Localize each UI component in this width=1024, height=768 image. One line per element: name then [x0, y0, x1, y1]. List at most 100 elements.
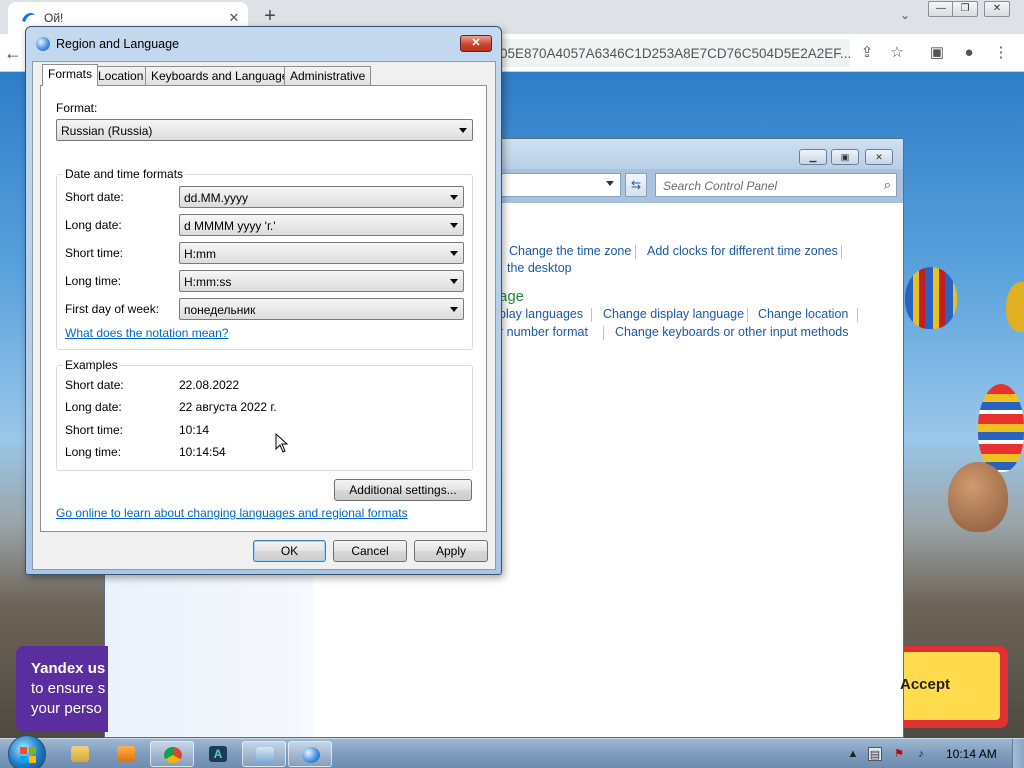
cp-maximize-button[interactable]: ▣ [831, 149, 859, 165]
mouse-cursor-icon [275, 433, 289, 453]
dialog-body: Formats Location Keyboards and Languages… [32, 61, 496, 570]
change-time-zone-link[interactable]: Change the time zone [509, 244, 631, 258]
control-panel-icon [256, 747, 274, 763]
show-desktop-button[interactable] [1012, 739, 1024, 768]
cp-separator [603, 326, 604, 340]
example-short-date-value: 22.08.2022 [179, 378, 240, 392]
show-hidden-icons-icon[interactable]: ▲ [846, 747, 860, 761]
additional-settings-button[interactable]: Additional settings... [334, 479, 472, 501]
change-location-link[interactable]: Change location [758, 307, 848, 321]
change-display-language-link[interactable]: Change display language [603, 307, 744, 321]
cp-address-bar[interactable] [501, 173, 621, 197]
network-icon[interactable]: ▤ [868, 747, 882, 761]
dialog-close-button[interactable]: ✕ [460, 35, 492, 52]
cp-separator [591, 308, 592, 322]
bookmark-star-icon[interactable]: ☆ [886, 42, 908, 64]
first-day-label: First day of week: [65, 302, 160, 316]
short-date-dropdown[interactable]: dd.MM.yyyy [179, 186, 464, 208]
globe-icon [36, 37, 50, 51]
display-languages-link[interactable]: play languages [499, 307, 583, 321]
menu-kebab-icon[interactable]: ⋮ [990, 42, 1012, 64]
change-keyboards-link[interactable]: Change keyboards or other input methods [615, 325, 848, 339]
taskbar-control-panel-button[interactable] [242, 741, 286, 767]
cp-refresh-icon[interactable]: ⇆ [625, 173, 647, 197]
add-clocks-link[interactable]: Add clocks for different time zones [647, 244, 838, 258]
volume-icon[interactable]: ♪ [914, 747, 928, 761]
desktop-link[interactable]: the desktop [507, 261, 572, 275]
long-date-dropdown[interactable]: d MMMM yyyy 'г.' [179, 214, 464, 236]
folder-icon [71, 746, 89, 762]
profile-avatar-icon[interactable]: ● [958, 42, 980, 64]
formats-panel: Format: Russian (Russia) Date and time f… [40, 85, 487, 532]
cp-minimize-button[interactable]: ▁ [799, 149, 827, 165]
cp-close-button[interactable]: ✕ [865, 149, 893, 165]
examples-group: Examples Short date: 22.08.2022 Long dat… [56, 358, 473, 471]
cp-separator [747, 308, 748, 322]
app-a-icon: A [209, 746, 227, 762]
browser-restore-button[interactable]: ❐ [952, 1, 978, 17]
long-date-value: d MMMM yyyy 'г.' [184, 219, 276, 233]
action-center-flag-icon[interactable]: ⚑ [892, 747, 906, 761]
taskbar-region-language-button[interactable] [288, 741, 332, 767]
balloon-image [1006, 282, 1024, 332]
example-short-date-label: Short date: [65, 378, 124, 392]
address-bar[interactable]: 05E870A4057A6346C1D253A8E7CD76C504D5E2A2… [480, 39, 851, 67]
dialog-title: Region and Language [56, 37, 180, 51]
example-long-time-value: 10:14:54 [179, 445, 226, 459]
taskbar: A ▲ ▤ ⚑ ♪ 10:14 AM [0, 735, 1024, 768]
tab-close-icon[interactable]: ✕ [224, 8, 244, 28]
accept-button[interactable]: Accept [900, 652, 1000, 720]
back-arrow-icon[interactable]: ← [4, 43, 24, 63]
ok-button[interactable]: OK [253, 540, 326, 562]
chevron-down-icon [450, 279, 458, 284]
long-date-label: Long date: [65, 218, 122, 232]
browser-minimize-button[interactable]: — [928, 1, 954, 17]
number-format-link[interactable]: r number format [499, 325, 588, 339]
region-language-dialog: Region and Language ✕ Formats Location K… [25, 26, 502, 575]
globe-icon [302, 747, 320, 763]
chevron-down-icon [450, 251, 458, 256]
first-day-value: понедельник [184, 303, 256, 317]
short-time-dropdown[interactable]: H:mm [179, 242, 464, 264]
cancel-button[interactable]: Cancel [333, 540, 407, 562]
taskbar-app-button[interactable]: A [196, 741, 240, 767]
taskbar-chrome-button[interactable] [150, 741, 194, 767]
format-label: Format: [56, 101, 98, 115]
taskbar-media-player-button[interactable] [104, 741, 148, 767]
tab-formats[interactable]: Formats [42, 64, 99, 86]
taskbar-explorer-button[interactable] [58, 741, 102, 767]
short-time-value: H:mm [184, 247, 216, 261]
start-button[interactable] [8, 735, 46, 768]
short-date-label: Short date: [65, 190, 124, 204]
cp-search-placeholder: Search Control Panel [663, 179, 778, 193]
search-icon[interactable]: ⌕ [884, 177, 891, 193]
format-dropdown[interactable]: Russian (Russia) [56, 119, 473, 141]
yandex-banner-line: Yandex us [31, 660, 106, 677]
examples-title: Examples [63, 358, 120, 372]
balloon-image [978, 384, 1024, 472]
side-panel-icon[interactable]: ▣ [926, 42, 948, 64]
cp-address-chevron-icon[interactable] [606, 181, 614, 186]
long-time-value: H:mm:ss [184, 275, 232, 289]
notation-help-link[interactable]: What does the notation mean? [65, 326, 228, 340]
apply-button[interactable]: Apply [414, 540, 488, 562]
example-long-time-label: Long time: [65, 445, 122, 459]
browser-close-button[interactable]: ✕ [984, 1, 1010, 17]
long-time-dropdown[interactable]: H:mm:ss [179, 270, 464, 292]
tab-administrative[interactable]: Administrative [284, 66, 372, 85]
online-help-link[interactable]: Go online to learn about changing langua… [56, 506, 408, 520]
cp-search-box[interactable]: Search Control Panel ⌕ [655, 173, 897, 197]
clock-language-region-heading[interactable]: age [499, 288, 524, 305]
taskbar-clock[interactable]: 10:14 AM [946, 747, 997, 761]
tab-title: Ой! [44, 11, 64, 25]
example-long-date-label: Long date: [65, 400, 122, 414]
favicon-icon [22, 13, 35, 22]
tab-keyboards-languages[interactable]: Keyboards and Languages [145, 66, 301, 85]
share-icon[interactable]: ⇪ [856, 42, 878, 64]
first-day-dropdown[interactable]: понедельник [179, 298, 464, 320]
tab-location[interactable]: Location [92, 66, 150, 85]
media-player-icon [117, 746, 135, 762]
balloon-image [905, 267, 957, 329]
tab-search-chevron-icon[interactable]: ⌄ [895, 8, 915, 24]
cp-separator [857, 308, 858, 322]
